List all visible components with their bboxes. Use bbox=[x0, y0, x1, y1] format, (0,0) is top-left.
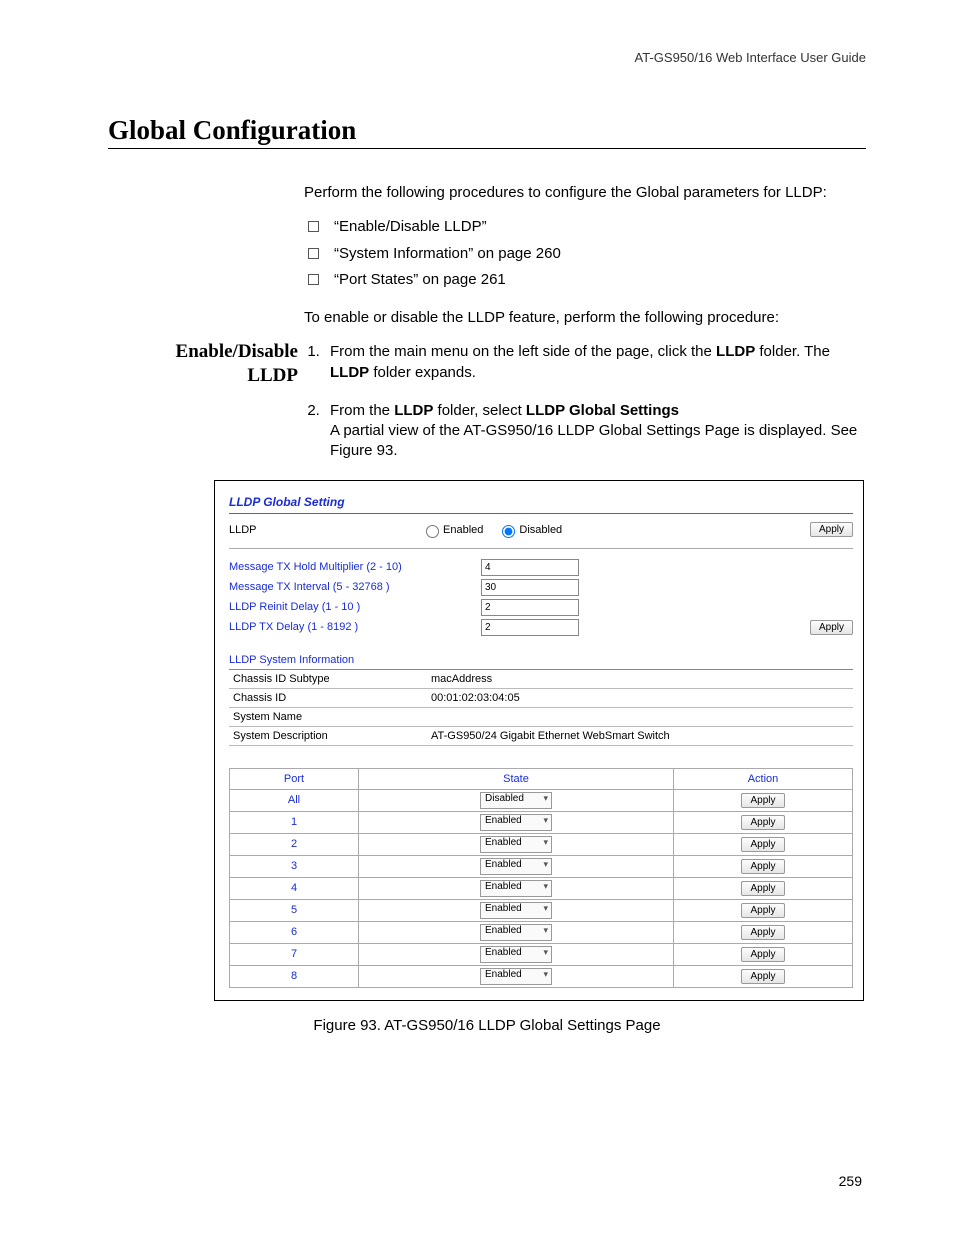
param-label: LLDP Reinit Delay (1 - 10 ) bbox=[229, 601, 481, 613]
state-select[interactable]: Enabled bbox=[480, 968, 552, 985]
page-number: 259 bbox=[839, 1173, 862, 1189]
figure-screenshot: LLDP Global Setting LLDP Enabled Disable… bbox=[214, 480, 864, 1001]
apply-button[interactable]: Apply bbox=[741, 837, 784, 852]
lldp-label: LLDP bbox=[229, 524, 421, 536]
param-label: Message TX Interval (5 - 32768 ) bbox=[229, 581, 481, 593]
port-cell: 1 bbox=[230, 811, 359, 833]
step-text: From the bbox=[330, 402, 394, 419]
param-label: Message TX Hold Multiplier (2 - 10) bbox=[229, 561, 481, 573]
ports-header-port: Port bbox=[230, 768, 359, 789]
port-cell: 7 bbox=[230, 943, 359, 965]
page-title: Global Configuration bbox=[108, 115, 866, 149]
port-cell: 4 bbox=[230, 877, 359, 899]
side-heading: Enable/Disable LLDP bbox=[140, 340, 298, 388]
radio-disabled[interactable]: Disabled bbox=[497, 522, 562, 538]
step-text: A partial view of the AT-GS950/16 LLDP G… bbox=[330, 422, 857, 459]
panel-title: LLDP Global Setting bbox=[229, 495, 853, 514]
step-item: From the LLDP folder, select LLDP Global… bbox=[324, 401, 866, 462]
table-row: 5 Enabled Apply bbox=[230, 899, 853, 921]
port-cell: 5 bbox=[230, 899, 359, 921]
table-row: System Name bbox=[229, 707, 853, 726]
sysinfo-key: System Description bbox=[229, 726, 427, 745]
port-cell: 8 bbox=[230, 965, 359, 987]
step-bold: LLDP Global Settings bbox=[526, 402, 679, 419]
table-row: 4 Enabled Apply bbox=[230, 877, 853, 899]
table-row: 8 Enabled Apply bbox=[230, 965, 853, 987]
sysinfo-value: AT-GS950/24 Gigabit Ethernet WebSmart Sw… bbox=[427, 726, 853, 745]
state-select[interactable]: Enabled bbox=[480, 880, 552, 897]
param-input[interactable] bbox=[481, 559, 579, 576]
table-row: 2 Enabled Apply bbox=[230, 833, 853, 855]
apply-button[interactable]: Apply bbox=[741, 969, 784, 984]
checklist-item: “Port States” on page 261 bbox=[304, 270, 866, 290]
ports-header-action: Action bbox=[674, 768, 853, 789]
table-row: Chassis ID00:01:02:03:04:05 bbox=[229, 688, 853, 707]
radio-enabled[interactable]: Enabled bbox=[421, 522, 483, 538]
step-text: From the main menu on the left side of t… bbox=[330, 343, 716, 360]
port-cell: All bbox=[230, 789, 359, 811]
table-row: All Disabled Apply bbox=[230, 789, 853, 811]
document-header: AT-GS950/16 Web Interface User Guide bbox=[108, 50, 866, 65]
apply-button[interactable]: Apply bbox=[741, 903, 784, 918]
state-select[interactable]: Enabled bbox=[480, 858, 552, 875]
table-row: 6 Enabled Apply bbox=[230, 921, 853, 943]
table-row: 1 Enabled Apply bbox=[230, 811, 853, 833]
sysinfo-title: LLDP System Information bbox=[229, 654, 853, 670]
checklist-item: “Enable/Disable LLDP” bbox=[304, 217, 866, 237]
port-cell: 3 bbox=[230, 855, 359, 877]
apply-button[interactable]: Apply bbox=[810, 522, 853, 537]
sysinfo-key: Chassis ID Subtype bbox=[229, 670, 427, 689]
state-select[interactable]: Enabled bbox=[480, 902, 552, 919]
radio-enabled-input[interactable] bbox=[426, 525, 439, 538]
sysinfo-value: macAddress bbox=[427, 670, 853, 689]
step-bold: LLDP bbox=[394, 402, 433, 419]
param-input[interactable] bbox=[481, 619, 579, 636]
sysinfo-value bbox=[427, 707, 853, 726]
step-bold: LLDP bbox=[716, 343, 755, 360]
intro-text: Perform the following procedures to conf… bbox=[304, 183, 866, 203]
apply-button[interactable]: Apply bbox=[741, 793, 784, 808]
sysinfo-key: Chassis ID bbox=[229, 688, 427, 707]
state-select[interactable]: Enabled bbox=[480, 924, 552, 941]
table-row: 3 Enabled Apply bbox=[230, 855, 853, 877]
port-cell: 6 bbox=[230, 921, 359, 943]
table-row: System DescriptionAT-GS950/24 Gigabit Et… bbox=[229, 726, 853, 745]
table-row: 7 Enabled Apply bbox=[230, 943, 853, 965]
sysinfo-key: System Name bbox=[229, 707, 427, 726]
side-intro: To enable or disable the LLDP feature, p… bbox=[304, 308, 866, 328]
state-select[interactable]: Disabled bbox=[480, 792, 552, 809]
apply-button[interactable]: Apply bbox=[810, 620, 853, 635]
port-cell: 2 bbox=[230, 833, 359, 855]
state-select[interactable]: Enabled bbox=[480, 814, 552, 831]
ports-header-state: State bbox=[359, 768, 674, 789]
apply-button[interactable]: Apply bbox=[741, 859, 784, 874]
figure-caption: Figure 93. AT-GS950/16 LLDP Global Setti… bbox=[108, 1017, 866, 1034]
radio-label: Disabled bbox=[519, 524, 562, 536]
radio-label: Enabled bbox=[443, 524, 483, 536]
param-label: LLDP TX Delay (1 - 8192 ) bbox=[229, 621, 481, 633]
apply-button[interactable]: Apply bbox=[741, 815, 784, 830]
table-row: Chassis ID SubtypemacAddress bbox=[229, 670, 853, 689]
sysinfo-table: Chassis ID SubtypemacAddress Chassis ID0… bbox=[229, 670, 853, 746]
step-bold: LLDP bbox=[330, 364, 369, 381]
step-text: folder. The bbox=[755, 343, 830, 360]
sysinfo-value: 00:01:02:03:04:05 bbox=[427, 688, 853, 707]
param-input[interactable] bbox=[481, 579, 579, 596]
apply-button[interactable]: Apply bbox=[741, 881, 784, 896]
radio-disabled-input[interactable] bbox=[502, 525, 515, 538]
checklist-item: “System Information” on page 260 bbox=[304, 244, 866, 264]
ports-table: Port State Action All Disabled Apply 1 E… bbox=[229, 768, 853, 988]
state-select[interactable]: Enabled bbox=[480, 946, 552, 963]
step-item: From the main menu on the left side of t… bbox=[324, 342, 866, 383]
step-text: folder, select bbox=[433, 402, 526, 419]
apply-button[interactable]: Apply bbox=[741, 925, 784, 940]
apply-button[interactable]: Apply bbox=[741, 947, 784, 962]
state-select[interactable]: Enabled bbox=[480, 836, 552, 853]
param-input[interactable] bbox=[481, 599, 579, 616]
step-text: folder expands. bbox=[369, 364, 476, 381]
